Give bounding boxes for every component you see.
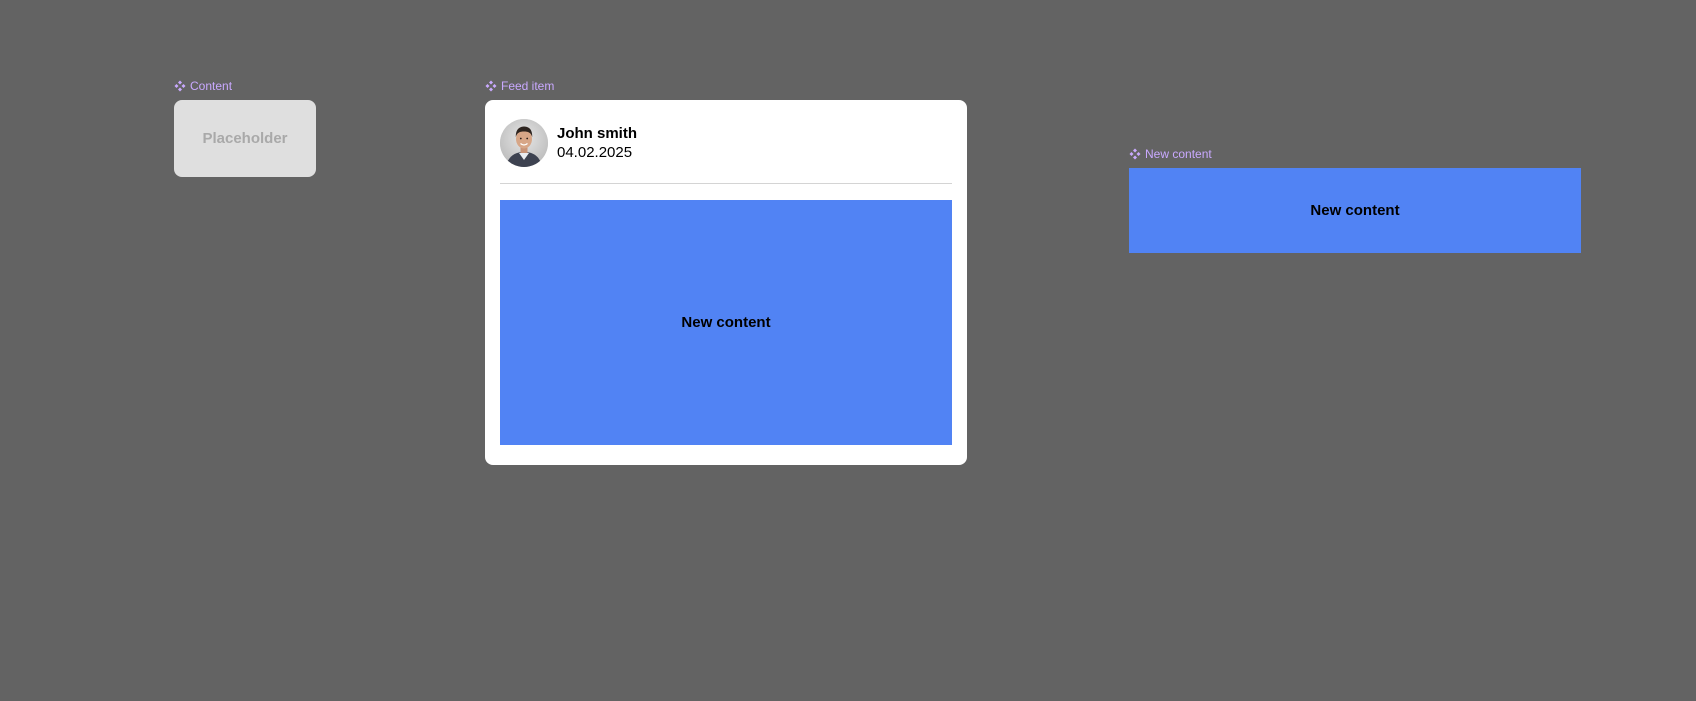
feed-item-frame-label-text: Feed item: [501, 79, 555, 93]
feed-item-frame-label[interactable]: Feed item: [485, 79, 554, 93]
feed-item-card[interactable]: John smith 04.02.2025 New content: [485, 100, 967, 465]
feed-content-text: New content: [681, 314, 771, 331]
content-frame-label-text: Content: [190, 79, 233, 93]
component-icon: [485, 80, 497, 92]
user-meta: John smith 04.02.2025: [557, 124, 637, 162]
component-icon: [1129, 148, 1141, 160]
content-placeholder-frame[interactable]: Placeholder: [174, 100, 316, 177]
new-content-frame-label-text: New content: [1145, 147, 1212, 161]
content-frame-label[interactable]: Content: [174, 79, 232, 93]
avatar[interactable]: [500, 119, 548, 167]
feed-item-header: John smith 04.02.2025: [500, 119, 637, 167]
new-content-frame-label[interactable]: New content: [1129, 147, 1212, 161]
component-icon: [174, 80, 186, 92]
new-content-frame[interactable]: New content: [1129, 168, 1581, 253]
new-content-text: New content: [1310, 202, 1400, 219]
user-name: John smith: [557, 125, 638, 142]
feed-divider: [500, 183, 952, 184]
feed-item-content-instance[interactable]: New content: [500, 200, 952, 445]
placeholder-text: Placeholder: [202, 130, 288, 147]
post-date: 04.02.2025: [557, 144, 633, 161]
